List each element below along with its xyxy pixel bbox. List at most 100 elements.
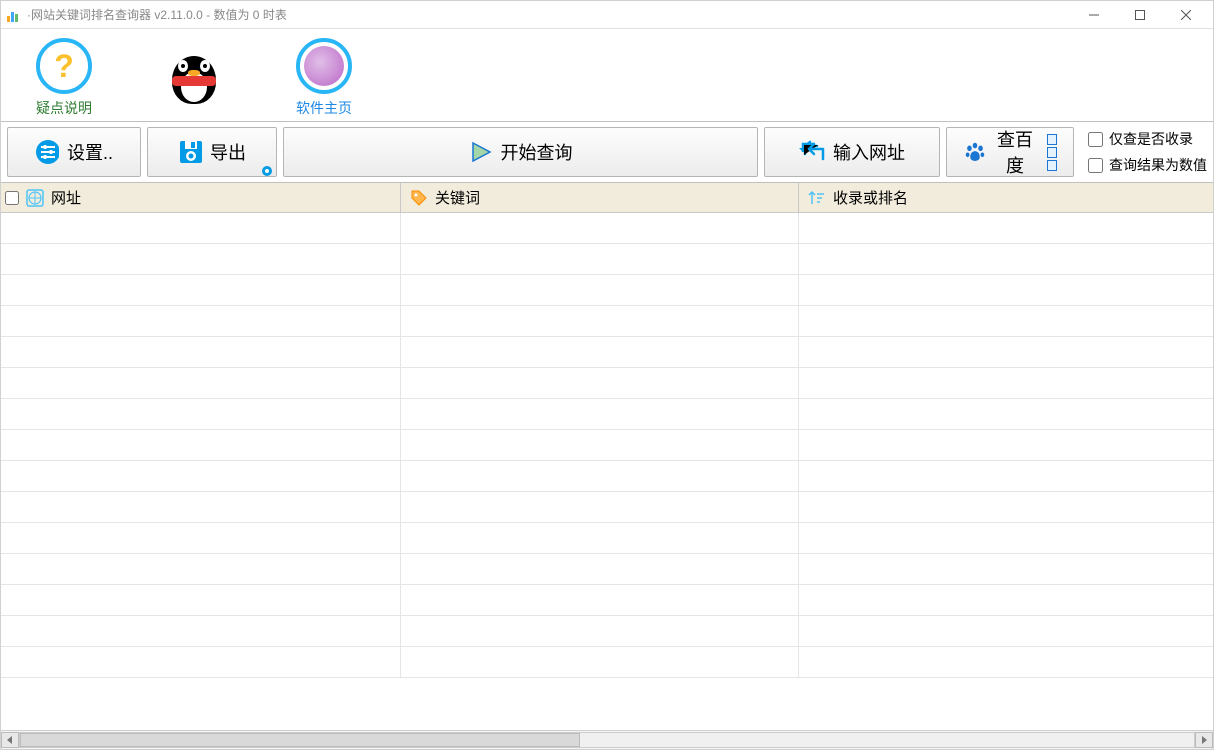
cell-url [1, 647, 401, 677]
maximize-button[interactable] [1117, 1, 1163, 29]
window-title: ·网站关键词排名查询器 v2.11.0.0 - 数值为 0 时表 [27, 6, 287, 23]
cell-keyword [401, 461, 799, 491]
export-label: 导出 [210, 139, 246, 165]
scroll-left-button[interactable] [1, 732, 19, 748]
qq-item[interactable] [159, 48, 229, 108]
table-row[interactable] [1, 399, 1213, 430]
cell-keyword [401, 523, 799, 553]
cell-keyword [401, 430, 799, 460]
cell-rank [799, 585, 1213, 615]
cell-url [1, 461, 401, 491]
table-row[interactable] [1, 616, 1213, 647]
table-row[interactable] [1, 244, 1213, 275]
globe-icon [296, 38, 352, 94]
cell-url [1, 399, 401, 429]
table-row[interactable] [1, 306, 1213, 337]
toolbar-checkboxes: 仅查是否收录 查询结果为数值 [1080, 129, 1207, 175]
scroll-track[interactable] [19, 732, 1195, 748]
table-row[interactable] [1, 213, 1213, 244]
save-icon [178, 140, 202, 164]
baidu-label: 查百度 [995, 126, 1035, 178]
cell-keyword [401, 306, 799, 336]
baidu-options-icon [1047, 134, 1057, 171]
help-icon [36, 38, 92, 94]
table-row[interactable] [1, 461, 1213, 492]
only-indexed-checkbox[interactable]: 仅查是否收录 [1088, 129, 1207, 149]
scroll-right-button[interactable] [1195, 732, 1213, 748]
table-row[interactable] [1, 430, 1213, 461]
help-item[interactable]: 疑点说明 [29, 38, 99, 118]
cell-rank [799, 306, 1213, 336]
table-row[interactable] [1, 492, 1213, 523]
close-button[interactable] [1163, 1, 1209, 29]
homepage-label: 软件主页 [296, 98, 352, 118]
cell-keyword [401, 616, 799, 646]
settings-label: 设置.. [67, 139, 113, 165]
table-row[interactable] [1, 368, 1213, 399]
start-query-label: 开始查询 [501, 139, 573, 165]
cell-rank [799, 368, 1213, 398]
result-numeric-label: 查询结果为数值 [1109, 155, 1207, 175]
cell-url [1, 244, 401, 274]
table-row[interactable] [1, 523, 1213, 554]
gear-icon [261, 161, 273, 173]
cell-url [1, 213, 401, 243]
col-rank-header[interactable]: 收录或排名 [799, 183, 1213, 212]
cell-rank [799, 616, 1213, 646]
cell-keyword [401, 213, 799, 243]
cell-rank [799, 275, 1213, 305]
cell-rank [799, 213, 1213, 243]
cell-rank [799, 461, 1213, 491]
result-numeric-checkbox[interactable]: 查询结果为数值 [1088, 155, 1207, 175]
cell-rank [799, 523, 1213, 553]
table-row[interactable] [1, 647, 1213, 678]
cell-keyword [401, 492, 799, 522]
settings-button[interactable]: 设置.. [7, 127, 141, 177]
qq-penguin-icon [166, 48, 222, 104]
only-indexed-label: 仅查是否收录 [1109, 129, 1193, 149]
horizontal-scrollbar[interactable] [1, 731, 1213, 749]
cell-url [1, 337, 401, 367]
col-keyword-header[interactable]: 关键词 [401, 183, 799, 212]
cell-url [1, 430, 401, 460]
cell-url [1, 616, 401, 646]
sliders-icon [35, 140, 59, 164]
baidu-paw-icon [963, 140, 987, 164]
cell-rank [799, 647, 1213, 677]
start-query-button[interactable]: 开始查询 [283, 127, 758, 177]
table-row[interactable] [1, 337, 1213, 368]
export-button[interactable]: 导出 [147, 127, 277, 177]
toolbar: 设置.. 导出 开始查询 输入网址 查百度 [1, 121, 1213, 183]
cell-keyword [401, 399, 799, 429]
iconbar: 疑点说明 软件主页 [1, 29, 1213, 121]
sort-icon [807, 188, 827, 208]
cell-url [1, 554, 401, 584]
table-row[interactable] [1, 554, 1213, 585]
input-url-button[interactable]: 输入网址 [764, 127, 940, 177]
select-all-checkbox[interactable] [5, 191, 19, 205]
table-row[interactable] [1, 275, 1213, 306]
cell-rank [799, 399, 1213, 429]
col-url-header[interactable]: 网址 [1, 183, 401, 212]
window-controls [1071, 1, 1209, 29]
col-url-label: 网址 [51, 187, 81, 208]
table-body[interactable] [1, 213, 1213, 730]
titlebar: ·网站关键词排名查询器 v2.11.0.0 - 数值为 0 时表 [1, 1, 1213, 29]
homepage-item[interactable]: 软件主页 [289, 38, 359, 118]
help-label: 疑点说明 [36, 98, 92, 118]
app-icon [7, 8, 21, 22]
search-baidu-button[interactable]: 查百度 [946, 127, 1074, 177]
cell-keyword [401, 585, 799, 615]
scroll-thumb[interactable] [20, 733, 580, 747]
cell-rank [799, 430, 1213, 460]
result-numeric-input[interactable] [1088, 158, 1103, 173]
cell-url [1, 275, 401, 305]
cell-keyword [401, 368, 799, 398]
table-header: 网址 关键词 收录或排名 [1, 183, 1213, 213]
table-row[interactable] [1, 585, 1213, 616]
cell-url [1, 492, 401, 522]
minimize-button[interactable] [1071, 1, 1117, 29]
cell-url [1, 523, 401, 553]
cell-rank [799, 244, 1213, 274]
only-indexed-input[interactable] [1088, 132, 1103, 147]
